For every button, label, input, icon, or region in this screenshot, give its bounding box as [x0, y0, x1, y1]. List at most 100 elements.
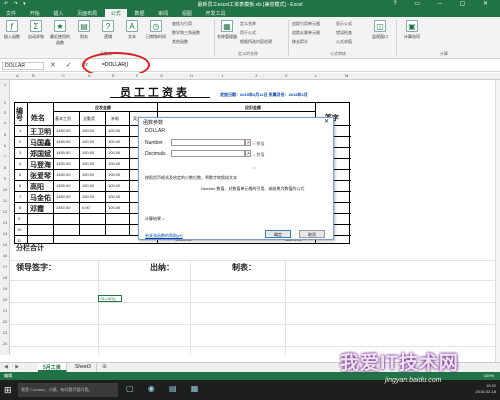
tab-insert[interactable]: 插入	[47, 9, 69, 17]
cell-base[interactable]: 1450.00	[56, 183, 70, 188]
column-header[interactable]: K	[285, 73, 288, 78]
cell-no[interactable]: 8	[19, 205, 21, 210]
column-header[interactable]: L	[315, 73, 317, 78]
cell-name[interactable]: 邓霞	[30, 204, 44, 214]
tab-formulas[interactable]: 公式	[104, 9, 127, 17]
column-header[interactable]: G	[160, 73, 163, 78]
cell-sub[interactable]: 100.00	[108, 183, 120, 188]
cell-base[interactable]: 1450.00	[56, 172, 70, 177]
row-header[interactable]: 1	[0, 82, 10, 87]
row-header[interactable]: 10	[0, 187, 10, 192]
column-header[interactable]: C	[62, 73, 65, 78]
cell-sub[interactable]: 100.00	[108, 161, 120, 166]
cell-full[interactable]: 150.00	[82, 139, 94, 144]
cell-no[interactable]: 10	[17, 227, 21, 232]
cell-base[interactable]: 1450.00	[56, 205, 70, 210]
logical-button[interactable]: ? 逻辑	[98, 20, 118, 40]
number-input[interactable]	[171, 139, 245, 146]
active-cell[interactable]: OLLAR()	[98, 295, 122, 302]
column-header[interactable]: M	[345, 73, 348, 78]
cell-no[interactable]: 7	[19, 194, 21, 199]
cell-sub[interactable]: 100.00	[108, 150, 120, 155]
windows-start-icon[interactable]: ⊞	[4, 385, 12, 396]
watch-window-button[interactable]: ◫ 监视窗口	[370, 20, 390, 40]
row-header[interactable]: 12	[0, 209, 10, 214]
lookup-button[interactable]: 查找与引用	[172, 21, 192, 27]
trace-precedents-button[interactable]: 追踪引用单元格	[292, 21, 320, 27]
tab-data[interactable]: 数据	[128, 9, 150, 17]
cell-no[interactable]: 1	[19, 128, 21, 133]
add-sheet-icon[interactable]: ⊕	[102, 363, 107, 370]
datetime-button[interactable]: ◷ 日期和时间	[146, 20, 166, 40]
row-header[interactable]: 22	[0, 319, 10, 324]
sheet-tab-sheet3[interactable]: Sheet3	[70, 363, 97, 372]
insert-function-button[interactable]: ƒ 插入函数	[2, 20, 22, 40]
use-in-formula-button[interactable]: 用于公式	[240, 30, 256, 36]
help-link[interactable]: 有关该函数的帮助(H)	[145, 233, 183, 239]
financial-button[interactable]: ▤ 财务	[74, 20, 94, 40]
row-header[interactable]: 13	[0, 220, 10, 225]
remove-arrows-button[interactable]: 移去箭头	[292, 39, 308, 45]
column-header[interactable]: F	[136, 73, 138, 78]
formula-bar-buttons[interactable]: ✕ ✓	[50, 61, 76, 69]
calc-options-button[interactable]: ▣ 计算选项	[402, 20, 422, 40]
cell-name[interactable]: 高阳	[30, 182, 44, 192]
cell-name[interactable]: 郑国斌	[30, 149, 51, 159]
row-header[interactable]: 15	[0, 242, 10, 247]
text-button[interactable]: A 文本	[122, 20, 142, 40]
collapse-dialog-icon[interactable]: ↗	[245, 139, 251, 146]
row-header[interactable]: 7	[0, 154, 10, 159]
sheet-tab-may-salary[interactable]: 5月工资	[38, 363, 67, 372]
ok-button[interactable]: 确定	[265, 230, 291, 238]
row-header[interactable]: 21	[0, 308, 10, 313]
name-box[interactable]: DOLLAR	[2, 62, 44, 70]
row-header[interactable]: 3	[0, 110, 10, 115]
row-header[interactable]: 8	[0, 165, 10, 170]
trace-dependents-button[interactable]: 追踪从属单元格	[292, 30, 320, 36]
autosum-button[interactable]: Σ 自动求和	[26, 20, 46, 40]
cell-full[interactable]: 150.00	[82, 161, 94, 166]
show-formulas-button[interactable]: 显示公式	[336, 21, 352, 27]
column-header[interactable]: E	[112, 73, 115, 78]
cell-name[interactable]: 王卫明	[30, 127, 51, 137]
tab-page-layout[interactable]: 页面布局	[71, 9, 103, 17]
cell-sub[interactable]: 100.00	[108, 205, 120, 210]
recent-functions-button[interactable]: ★ 最近使用的函数	[50, 20, 70, 46]
row-header[interactable]: 11	[0, 198, 10, 203]
row-header[interactable]: 24	[0, 341, 10, 346]
row-header[interactable]: 16	[0, 253, 10, 258]
cell-sub[interactable]: 100.00	[108, 194, 120, 199]
row-header[interactable]: 19	[0, 286, 10, 291]
cell-name[interactable]: 张爱琴	[30, 171, 51, 181]
cell-no[interactable]: 2	[19, 139, 21, 144]
cancel-button[interactable]: 取消	[299, 230, 325, 238]
row-header[interactable]: 18	[0, 275, 10, 280]
vertical-scrollbar[interactable]	[495, 80, 500, 362]
cell-base[interactable]: 1450.00	[56, 139, 70, 144]
row-header[interactable]: 5	[0, 132, 10, 137]
cell-no[interactable]: 5	[19, 172, 21, 177]
row-header[interactable]: 2	[0, 100, 10, 105]
cell-full[interactable]: 0.00	[82, 205, 90, 210]
cortana-search-box[interactable]: 我是 Cortana，小娜。有问题尽管问我。	[18, 383, 118, 397]
quick-access-toolbar[interactable]: ↶ ↷ ▾	[4, 1, 28, 7]
more-functions-button[interactable]: 其他函数	[172, 39, 188, 45]
sheet-nav-arrows[interactable]: ◀ ▶	[4, 364, 22, 370]
cell-no[interactable]: 3	[19, 150, 21, 155]
tab-review[interactable]: 审阅	[152, 9, 174, 17]
cell-sub[interactable]: 100.00	[108, 128, 120, 133]
close-icon[interactable]: ✕	[324, 118, 329, 125]
cell-name[interactable]: 马金佑	[30, 193, 51, 203]
column-header[interactable]: H	[190, 73, 193, 78]
tab-file[interactable]: 文件	[0, 9, 22, 17]
window-controls[interactable]: ? ▭ ─ ▢ ✕	[393, 0, 496, 7]
cell-base[interactable]: 1450.00	[56, 161, 70, 166]
evaluate-formula-button[interactable]: 公式求值	[336, 39, 352, 45]
cell-full[interactable]: 150.00	[82, 183, 94, 188]
tab-view[interactable]: 视图	[176, 9, 198, 17]
cell-base[interactable]: 1450.00	[56, 150, 70, 155]
cell-base[interactable]: 1450.00	[56, 128, 70, 133]
zoom-level[interactable]: 100%	[484, 373, 494, 378]
cell-full[interactable]: 150.00	[82, 128, 94, 133]
tab-home[interactable]: 开始	[24, 9, 46, 17]
